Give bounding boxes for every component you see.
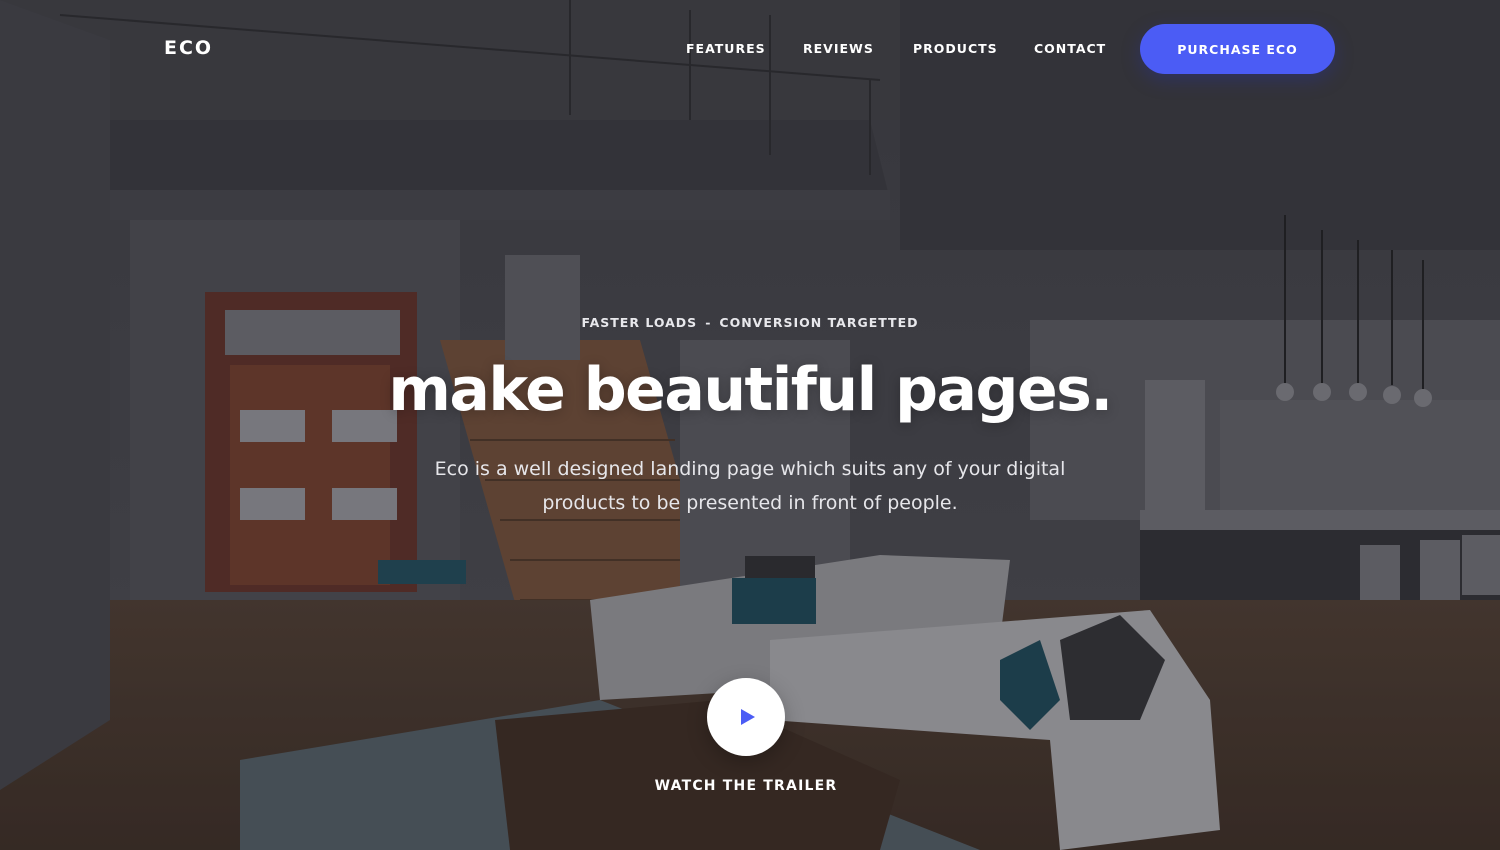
- play-icon: [741, 709, 755, 725]
- hero-subtitle: Eco is a well designed landing page whic…: [434, 458, 1066, 514]
- watch-trailer-label[interactable]: WATCH THE TRAILER: [0, 776, 1492, 796]
- nav-link-reviews[interactable]: REVIEWS: [803, 40, 874, 58]
- kicker-conversion-targetted: CONVERSION TARGETTED: [719, 315, 919, 330]
- kicker-faster-loads: FASTER LOADS: [581, 315, 698, 330]
- hero-kicker: FASTER LOADS - CONVERSION TARGETTED: [0, 314, 1500, 332]
- nav-link-features[interactable]: FEATURES: [686, 40, 766, 58]
- kicker-separator: -: [705, 315, 712, 330]
- hero-section: ECO FEATURES REVIEWS PRODUCTS CONTACT PU…: [0, 0, 1500, 850]
- nav-link-products[interactable]: PRODUCTS: [913, 40, 998, 58]
- nav-link-contact[interactable]: CONTACT: [1034, 40, 1106, 58]
- hero-headline: make beautiful pages.: [388, 355, 1113, 425]
- play-trailer-button[interactable]: [707, 678, 785, 756]
- purchase-button[interactable]: PURCHASE ECO: [1140, 24, 1335, 74]
